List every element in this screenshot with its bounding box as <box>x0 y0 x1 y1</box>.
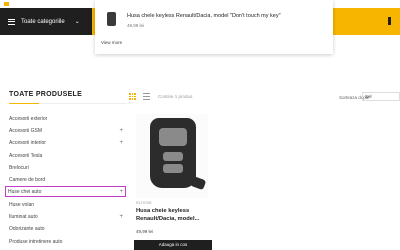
expand-icon[interactable]: + <box>119 214 123 220</box>
expand-icon[interactable]: + <box>119 128 123 134</box>
result-count: Contine 1 produs. <box>158 94 194 99</box>
grid-view-icon[interactable] <box>129 93 136 100</box>
logo-icon <box>4 2 9 6</box>
list-view-icon[interactable] <box>143 93 150 100</box>
key-cover-image <box>150 118 207 191</box>
sidebar-item-odorizante-auto[interactable]: Odorizante auto <box>9 223 125 234</box>
all-categories-label: Toate categoriile <box>21 18 65 25</box>
sidebar-item-huse-chei-auto[interactable]: Huse chei auto + <box>5 186 126 197</box>
sidebar-item-huse-volan[interactable]: Huse volan <box>9 199 125 210</box>
sidebar-item-label: Huse volan <box>9 201 35 208</box>
sidebar-item-accesorii-exterior[interactable]: Accesorii exterior <box>9 113 125 124</box>
product-name[interactable]: Husa cheie keyless Renault/Dacia, model.… <box>136 208 210 223</box>
product-card: RLT0708 Husa cheie keyless Renault/Dacia… <box>132 112 212 250</box>
sidebar-item-iluminat-auto[interactable]: Iluminat auto + <box>9 211 125 222</box>
sidebar-item-label: Iluminat auto <box>9 213 38 220</box>
expand-icon[interactable]: + <box>119 140 123 146</box>
product-image[interactable] <box>136 114 208 198</box>
sort-select[interactable]: Sel <box>362 92 400 101</box>
view-more-link[interactable]: View more <box>101 40 122 45</box>
add-to-cart-button[interactable]: Adauga in cos <box>134 240 212 250</box>
sidebar-item-accesorii-interior[interactable]: Accesorii interior + <box>9 137 125 148</box>
sidebar-item-label: Brelocuri <box>9 164 29 171</box>
sidebar-title: TOATE PRODUSELE <box>9 91 83 98</box>
chevron-down-icon: ⌄ <box>74 19 80 25</box>
menu-icon <box>8 18 15 25</box>
suggestion-price: 49,99 lei <box>127 23 145 28</box>
suggestion-title[interactable]: Husa chele keyless Renault/Dacia, model … <box>127 13 281 19</box>
sidebar-item-label: Accesorii interior <box>9 139 46 146</box>
sidebar-item-label: Odorizante auto <box>9 225 45 232</box>
all-categories-button[interactable]: Toate categoriile ⌄ <box>0 8 92 35</box>
sidebar-item-accesorii-tesla[interactable]: Accesorii Tesla <box>9 150 125 161</box>
sidebar-item-label: Produse intretinere auto <box>9 238 63 245</box>
sidebar-item-label: Camere de bord <box>9 176 46 183</box>
product-sku: RLT0708 <box>136 201 152 205</box>
sidebar-item-label: Huse chei auto <box>8 188 42 195</box>
product-thumbnail[interactable] <box>107 12 116 26</box>
sidebar-item-accesorii-gsm[interactable]: Accesorii GSM + <box>9 125 125 136</box>
product-price: 49,99 lei <box>136 229 154 234</box>
header-icon[interactable] <box>388 17 391 25</box>
search-suggestions-dropdown: Husa chele keyless Renault/Dacia, model … <box>95 0 333 54</box>
sidebar-divider <box>9 103 127 104</box>
expand-icon[interactable]: + <box>119 189 123 195</box>
sidebar-item-label: Accesorii exterior <box>9 115 48 122</box>
sidebar-item-brelocuri[interactable]: Brelocuri <box>9 162 125 173</box>
sidebar-item-produse-intretinere-auto[interactable]: Produse intretinere auto <box>9 236 125 247</box>
sidebar-item-label: Accesorii Tesla <box>9 152 43 159</box>
sidebar-item-label: Accesorii GSM <box>9 127 43 134</box>
sidebar-item-camere-de-bord[interactable]: Camere de bord <box>9 174 125 185</box>
